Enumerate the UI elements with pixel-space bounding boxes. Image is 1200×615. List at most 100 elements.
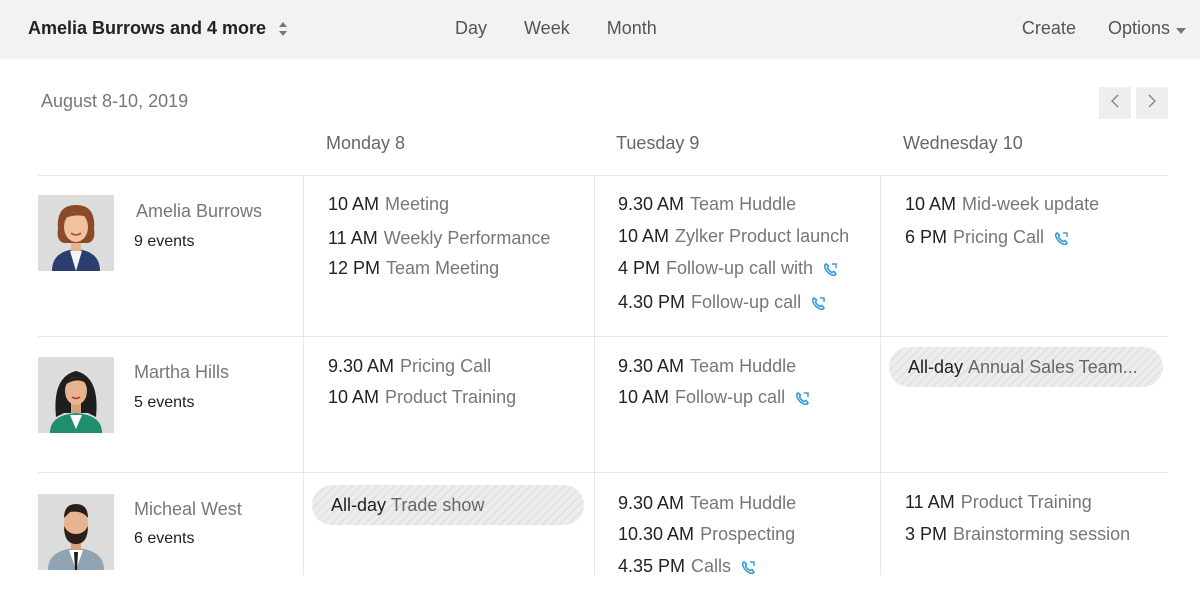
phone-call-icon — [795, 390, 810, 406]
event-time: 10 AM — [328, 194, 380, 214]
top-bar: Amelia Burrows and 4 more Day Week Month… — [0, 0, 1200, 59]
event-time: 10 AM — [618, 387, 670, 407]
event-item[interactable]: 4.35 PM Calls — [618, 556, 756, 577]
event-title: Team Meeting — [386, 258, 500, 278]
column-divider — [594, 175, 595, 575]
event-title: Mid-week update — [962, 194, 1100, 214]
chevron-left-icon — [1110, 93, 1119, 113]
prev-button[interactable] — [1099, 87, 1131, 119]
view-tabs: Day Week Month — [455, 18, 694, 39]
row-divider — [38, 175, 1168, 176]
row-divider — [38, 472, 1168, 473]
event-title: Annual Sales Team... — [968, 356, 1138, 377]
event-time: 10.30 AM — [618, 524, 695, 544]
event-time: 9.30 AM — [328, 356, 395, 376]
event-title: Team Huddle — [690, 493, 797, 513]
event-time: 10 AM — [618, 226, 670, 246]
event-title: Calls — [691, 556, 732, 576]
event-title: Prospecting — [700, 524, 796, 544]
event-item[interactable]: 11 AM Product Training — [905, 492, 1092, 513]
tab-day[interactable]: Day — [455, 18, 487, 39]
tab-week[interactable]: Week — [524, 18, 570, 39]
event-time: All-day — [331, 494, 387, 515]
chevron-right-icon — [1148, 93, 1157, 113]
event-time: 9.30 AM — [618, 356, 685, 376]
next-button[interactable] — [1136, 87, 1168, 119]
event-time: 12 PM — [328, 258, 381, 278]
event-time: 9.30 AM — [618, 194, 685, 214]
event-item[interactable]: 6 PM Pricing Call — [905, 227, 1069, 248]
day-header-monday: Monday 8 — [326, 133, 406, 153]
day-header-tuesday: Tuesday 9 — [616, 133, 700, 153]
event-title: Meeting — [385, 194, 450, 214]
event-count: 5 events — [134, 394, 195, 411]
event-time: 6 PM — [905, 227, 948, 247]
event-title: Follow-up call with — [666, 258, 814, 278]
day-header-wednesday: Wednesday 10 — [903, 133, 1023, 153]
event-title: Trade show — [391, 494, 485, 515]
phone-call-icon — [811, 295, 826, 311]
event-item[interactable]: 9.30 AM Team Huddle — [618, 493, 796, 514]
event-item[interactable]: 9.30 AM Pricing Call — [328, 356, 491, 377]
user-selector-label: Amelia Burrows and 4 more — [28, 18, 267, 38]
event-time: All-day — [908, 356, 964, 377]
event-time: 4.35 PM — [618, 556, 686, 576]
event-item[interactable]: 10.30 AM Prospecting — [618, 524, 795, 545]
event-time: 11 AM — [905, 492, 955, 512]
event-count: 6 events — [134, 530, 195, 547]
event-title: Team Huddle — [690, 356, 797, 376]
avatar — [38, 195, 114, 271]
event-title: Pricing Call — [400, 356, 492, 376]
event-time: 4.30 PM — [618, 292, 686, 312]
event-item[interactable]: 4.30 PM Follow-up call — [618, 292, 826, 313]
person-name: Martha Hills — [134, 362, 230, 382]
event-item[interactable]: 9.30 AM Team Huddle — [618, 194, 796, 215]
event-time: 10 AM — [328, 387, 380, 407]
event-title: Follow-up call — [675, 387, 786, 407]
event-title: Weekly Performance — [383, 228, 551, 248]
event-title: Brainstorming session — [953, 524, 1131, 544]
create-button[interactable]: Create — [1022, 18, 1076, 39]
phone-call-icon — [823, 261, 838, 277]
row-divider — [38, 336, 1168, 337]
top-actions: Create Options — [1022, 18, 1186, 39]
event-time: 3 PM — [905, 524, 948, 544]
person-name: Micheal West — [134, 499, 242, 519]
event-time: 10 AM — [905, 194, 957, 214]
tab-month[interactable]: Month — [607, 18, 657, 39]
all-day-event[interactable]: All-day Annual Sales Team... — [889, 347, 1163, 387]
column-divider — [303, 175, 304, 575]
event-title: Zylker Product launch — [675, 226, 850, 246]
event-title: Product Training — [385, 387, 517, 407]
event-time: 11 AM — [328, 228, 378, 248]
phone-call-icon — [1054, 230, 1069, 246]
avatar — [38, 357, 114, 433]
event-title: Pricing Call — [953, 227, 1045, 247]
event-time: 4 PM — [618, 258, 661, 278]
user-selector[interactable]: Amelia Burrows and 4 more — [28, 18, 288, 39]
options-label: Options — [1107, 18, 1170, 38]
event-item[interactable]: 12 PM Team Meeting — [328, 258, 499, 279]
event-item[interactable]: 10 AM Zylker Product launch — [618, 226, 849, 247]
event-item[interactable]: 10 AM Meeting — [328, 194, 449, 215]
event-time: 9.30 AM — [618, 493, 685, 513]
all-day-event[interactable]: All-day Trade show — [312, 485, 584, 525]
event-item[interactable]: 10 AM Product Training — [328, 387, 516, 408]
event-count: 9 events — [134, 233, 195, 250]
event-item[interactable]: 10 AM Follow-up call — [618, 387, 810, 408]
event-item[interactable]: 3 PM Brainstorming session — [905, 524, 1130, 545]
event-title: Follow-up call — [691, 292, 802, 312]
date-navigation — [1099, 87, 1173, 119]
options-menu[interactable]: Options — [1108, 18, 1186, 39]
event-title: Team Huddle — [690, 194, 797, 214]
phone-call-icon — [741, 559, 756, 575]
event-item[interactable]: 9.30 AM Team Huddle — [618, 356, 796, 377]
event-item[interactable]: 10 AM Mid-week update — [905, 194, 1099, 215]
sort-updown-icon — [278, 21, 288, 37]
column-divider — [880, 175, 881, 575]
date-range: August 8-10, 2019 — [41, 91, 189, 111]
caret-down-icon — [1176, 18, 1186, 39]
event-item[interactable]: 4 PM Follow-up call with — [618, 258, 838, 279]
event-item[interactable]: 11 AM Weekly Performance — [328, 228, 550, 249]
event-title: Product Training — [960, 492, 1092, 512]
